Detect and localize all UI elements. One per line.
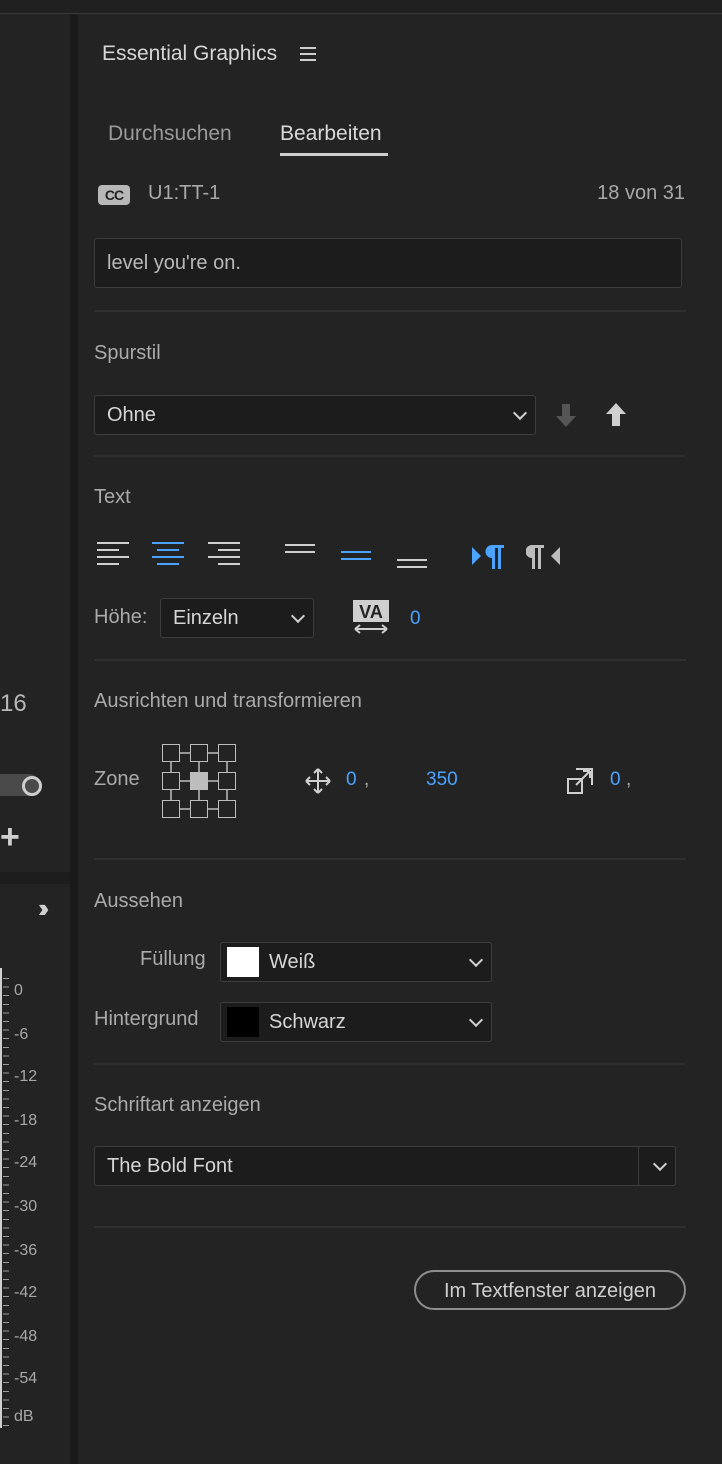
meter-scale-label: 0 — [14, 982, 23, 999]
meter-scale-label: -54 — [14, 1370, 38, 1387]
background-color-value: Schwarz — [269, 1011, 346, 1033]
active-tab-indicator — [280, 153, 388, 156]
align-bottom-icon[interactable] — [397, 559, 429, 587]
meter-scale-label: -18 — [14, 1112, 38, 1129]
align-left-icon[interactable] — [97, 542, 129, 570]
divider — [94, 455, 686, 457]
track-style-label: Spurstil — [94, 342, 161, 364]
align-right-icon[interactable] — [208, 542, 240, 570]
meter-scale-label: -24 — [14, 1154, 38, 1171]
fill-color-dropdown[interactable]: Weiß — [220, 942, 492, 982]
show-in-text-window-button[interactable]: Im Textfenster anzeigen — [414, 1270, 686, 1310]
move-icon — [305, 768, 331, 794]
fill-color-value: Weiß — [269, 951, 316, 973]
zone-grid[interactable] — [162, 744, 238, 820]
appearance-label: Aussehen — [94, 890, 183, 912]
arrow-down-icon[interactable] — [554, 402, 578, 428]
meter-scale-label: -12 — [14, 1068, 38, 1085]
background-label: Hintergrund — [94, 1008, 199, 1030]
chevron-down-icon — [468, 1012, 484, 1028]
tab-browse[interactable]: Durchsuchen — [108, 122, 232, 146]
left-panel-number: 16 — [0, 690, 27, 717]
track-style-value: Ohne — [107, 404, 156, 426]
tab-edit[interactable]: Bearbeiten — [280, 122, 382, 146]
divider — [94, 1226, 686, 1228]
track-style-dropdown[interactable]: Ohne — [94, 395, 536, 435]
caption-counter: 18 von 31 — [597, 182, 685, 204]
zone-cell-selected[interactable] — [190, 772, 208, 790]
right-to-left-icon[interactable] — [526, 543, 562, 571]
divider — [94, 310, 686, 312]
meter-scale-label: -6 — [14, 1026, 29, 1043]
zone-cell[interactable] — [162, 744, 180, 762]
background-color-swatch[interactable] — [227, 1007, 259, 1037]
meter-scale-label: dB — [14, 1408, 34, 1425]
zone-cell[interactable] — [218, 772, 236, 790]
essential-graphics-panel: Essential Graphics Durchsuchen Bearbeite… — [78, 14, 722, 1464]
meter-scale-label: -36 — [14, 1242, 38, 1259]
align-top-icon[interactable] — [285, 544, 317, 572]
window-top-border — [0, 0, 722, 14]
left-slider-knob[interactable] — [22, 776, 42, 796]
height-value: Einzeln — [173, 607, 239, 629]
display-font-dropdown[interactable]: The Bold Font — [94, 1146, 676, 1186]
chevron-down-icon — [652, 1156, 668, 1172]
panel-menu-icon[interactable] — [300, 47, 316, 61]
align-transform-label: Ausrichten und transformieren — [94, 690, 362, 712]
position-y-value[interactable]: 350 — [426, 769, 458, 791]
caption-text-input[interactable] — [94, 238, 682, 288]
align-center-icon[interactable] — [152, 542, 184, 570]
panel-divider[interactable] — [70, 14, 78, 1464]
zone-cell[interactable] — [162, 772, 180, 790]
fill-color-swatch[interactable] — [227, 947, 259, 977]
scale-icon — [567, 768, 593, 794]
kerning-icon: VA — [353, 600, 389, 634]
meter-scale-label: -48 — [14, 1328, 38, 1345]
arrow-up-icon[interactable] — [604, 402, 628, 428]
plus-icon[interactable]: + — [0, 820, 20, 854]
panel-title: Essential Graphics — [102, 42, 278, 65]
scale-value[interactable]: 0 — [610, 769, 621, 791]
expand-chevron-icon[interactable]: ›› — [38, 893, 50, 924]
zone-label: Zone — [94, 768, 140, 790]
zone-cell[interactable] — [190, 800, 208, 818]
divider — [94, 659, 686, 661]
audio-meter-ticks — [3, 978, 9, 1426]
align-middle-icon[interactable] — [341, 551, 373, 579]
text-section-label: Text — [94, 486, 131, 508]
zone-cell[interactable] — [218, 800, 236, 818]
svg-text:VA: VA — [359, 602, 383, 622]
display-font-value: The Bold Font — [107, 1155, 233, 1177]
caption-track-name: U1:TT-1 — [148, 182, 221, 204]
position-x-value[interactable]: 0 — [346, 769, 357, 791]
meter-scale-label: -42 — [14, 1284, 38, 1301]
chevron-down-icon — [512, 405, 528, 421]
display-font-label: Schriftart anzeigen — [94, 1094, 261, 1116]
meter-scale-label: -30 — [14, 1198, 38, 1215]
scale-separator: , — [626, 769, 632, 790]
closed-caption-icon: CC — [98, 185, 130, 205]
left-panel-top — [0, 14, 70, 872]
height-label: Höhe: — [94, 606, 148, 628]
kerning-value[interactable]: 0 — [410, 608, 421, 630]
zone-cell[interactable] — [162, 800, 180, 818]
divider — [94, 858, 686, 860]
chevron-down-icon — [290, 608, 306, 624]
height-dropdown[interactable]: Einzeln — [160, 598, 314, 638]
audio-meter-bar — [0, 968, 2, 1428]
background-color-dropdown[interactable]: Schwarz — [220, 1002, 492, 1042]
zone-cell[interactable] — [218, 744, 236, 762]
divider — [94, 1063, 686, 1065]
left-to-right-icon[interactable] — [470, 543, 506, 571]
fill-label: Füllung — [140, 948, 206, 970]
position-separator: , — [364, 769, 370, 790]
chevron-down-icon — [468, 952, 484, 968]
zone-cell[interactable] — [190, 744, 208, 762]
